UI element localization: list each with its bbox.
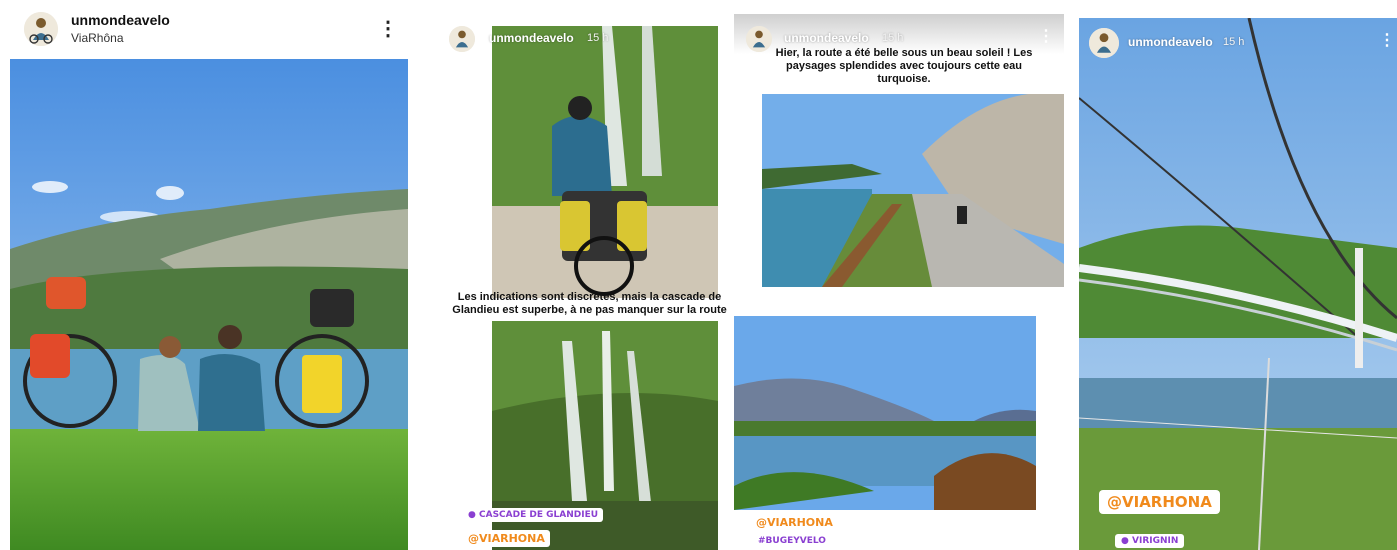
cyclist-avatar-icon bbox=[1089, 28, 1119, 58]
story-username[interactable]: unmondeavelo bbox=[489, 31, 574, 45]
story-route: unmondeavelo 15 h ⋮ Hier, la route a été… bbox=[734, 14, 1064, 550]
story-caption: Hier, la route a été belle sous un beau … bbox=[775, 47, 1033, 85]
story-avatar[interactable] bbox=[449, 26, 475, 52]
hashtag-sticker[interactable]: #BUGEYVELO bbox=[758, 536, 826, 546]
story-more-icon[interactable]: ⋮ bbox=[1038, 29, 1054, 45]
post-photo-lake-cyclists bbox=[10, 59, 408, 550]
story-time: 15 h bbox=[882, 32, 904, 44]
story-more-icon[interactable]: ⋮ bbox=[1379, 33, 1395, 49]
mention-sticker[interactable]: @VIARHONA bbox=[463, 530, 550, 547]
more-options-icon[interactable]: ⋮ bbox=[378, 16, 398, 41]
story-username[interactable]: unmondeavelo bbox=[1128, 35, 1213, 49]
instagram-post: unmondeavelo ViaRhôna ⋮ bbox=[0, 0, 418, 550]
story-photo-river-path bbox=[762, 94, 1064, 287]
story-photo-suspension-bridge bbox=[1079, 18, 1397, 550]
story-time: 15 h bbox=[1223, 36, 1245, 48]
location-sticker[interactable]: ● VIRIGNIN bbox=[1115, 534, 1185, 548]
cyclist-avatar-icon bbox=[24, 12, 58, 46]
story-bridge: unmondeavelo 15 h ⋮ @VIARHONA ● VIRIGNIN bbox=[1079, 18, 1397, 550]
mention-sticker[interactable]: @VIARHONA bbox=[1099, 490, 1220, 514]
location-pin-icon: ● bbox=[1121, 536, 1129, 546]
story-photo-lake-mountain bbox=[734, 316, 1036, 510]
location-pin-icon: ● bbox=[468, 510, 476, 520]
story-avatar[interactable] bbox=[1089, 28, 1119, 58]
location-sticker[interactable]: ● CASCADE DE GLANDIEU bbox=[463, 508, 604, 522]
location-sticker-label: VIRIGNIN bbox=[1132, 536, 1179, 546]
profile-avatar[interactable] bbox=[24, 12, 58, 46]
mention-sticker[interactable]: @VIARHONA bbox=[756, 516, 833, 529]
cyclist-avatar-icon bbox=[449, 26, 475, 52]
story-time: 15 h bbox=[587, 32, 609, 44]
post-username[interactable]: unmondeavelo bbox=[71, 12, 170, 28]
post-location[interactable]: ViaRhôna bbox=[71, 31, 124, 45]
location-sticker-label: CASCADE DE GLANDIEU bbox=[479, 510, 599, 520]
story-cascade: unmondeavelo 15 h Les indications sont d… bbox=[437, 14, 734, 550]
story-caption: Les indications sont discrètes, mais la … bbox=[452, 291, 727, 316]
story-photo-cyclist-waterfall bbox=[492, 26, 718, 298]
story-username[interactable]: unmondeavelo bbox=[784, 31, 869, 45]
